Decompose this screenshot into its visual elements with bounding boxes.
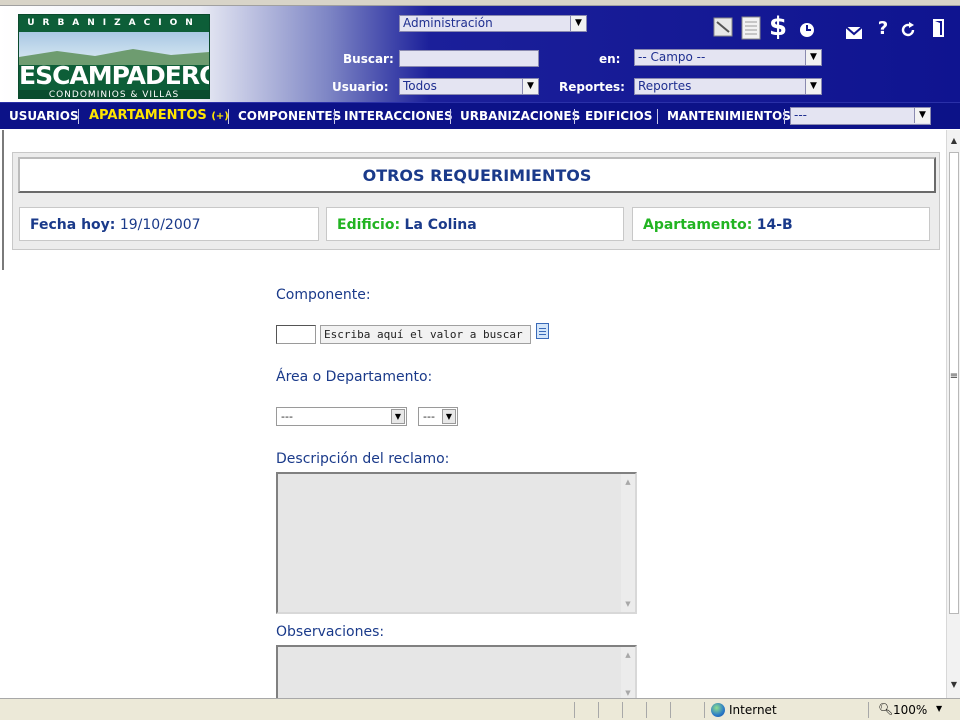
nav-item-apartamentos[interactable]: APARTAMENTOS (+) — [89, 108, 229, 123]
area-sub-select[interactable]: --- ▼ — [418, 407, 458, 426]
chevron-down-icon[interactable]: ▼ — [936, 704, 942, 713]
page-title: OTROS REQUERIMIENTOS — [362, 166, 592, 185]
nav-item-usuarios[interactable]: USUARIOS — [9, 109, 79, 123]
zoom-level[interactable]: 100% — [893, 703, 927, 717]
nav-item-edificios[interactable]: EDIFICIOS — [585, 109, 652, 123]
in-label: en: — [599, 52, 621, 66]
clock-icon[interactable] — [799, 22, 815, 38]
main-nav: USUARIOS APARTAMENTOS (+) COMPONENTES IN… — [0, 102, 960, 129]
internet-zone-label: Internet — [729, 703, 777, 717]
component-search-input[interactable]: Escriba aquí el valor a buscar — [320, 325, 531, 344]
page-scrollbar[interactable]: ▲ ≡ ▼ — [946, 130, 960, 698]
scroll-up-icon: ▲ — [625, 651, 631, 659]
date-label: Fecha hoy: — [30, 217, 116, 233]
chevron-down-icon: ▼ — [442, 409, 456, 424]
refresh-icon[interactable] — [900, 22, 916, 38]
reports-label: Reportes: — [559, 80, 625, 94]
chevron-down-icon: ▼ — [805, 50, 821, 65]
scroll-down-icon: ▼ — [625, 600, 631, 608]
mail-icon[interactable] — [845, 24, 863, 39]
scroll-up-icon[interactable]: ▲ — [947, 134, 960, 148]
dollar-icon[interactable]: $ — [768, 12, 788, 42]
reports-select[interactable]: Reportes ▼ — [634, 78, 822, 95]
internet-zone-icon — [711, 703, 725, 717]
logo: URBANIZACION ESCAMPADERO CONDOMINIOS & V… — [18, 14, 210, 99]
user-select[interactable]: Todos ▼ — [399, 78, 539, 95]
grip-icon: ≡ — [949, 371, 959, 382]
scroll-up-icon: ▲ — [625, 478, 631, 486]
logo-top-text: URBANIZACION — [27, 18, 201, 28]
apartment-value: 14-B — [756, 217, 793, 233]
building-value: La Colina — [404, 217, 477, 233]
search-input[interactable] — [399, 50, 539, 67]
app-header: URBANIZACION ESCAMPADERO CONDOMINIOS & V… — [0, 6, 960, 102]
scroll-down-icon[interactable]: ▼ — [947, 678, 960, 692]
apartment-info: Apartamento: 14-B — [632, 207, 930, 241]
component-code-input[interactable] — [276, 325, 316, 344]
area-label: Área o Departamento: — [276, 369, 433, 385]
chevron-down-icon: ▼ — [914, 108, 930, 123]
search-label: Buscar: — [343, 52, 394, 66]
module-select[interactable]: Administración ▼ — [399, 15, 587, 32]
nav-item-urbanizaciones[interactable]: URBANIZACIONES — [460, 109, 580, 123]
nav-active-suffix: (+) — [211, 111, 229, 122]
nav-item-componentes[interactable]: COMPONENTES — [238, 109, 341, 123]
title-box: OTROS REQUERIMIENTOS — [18, 157, 936, 193]
browser-status-bar: Internet 🔍︎ 100% ▼ — [0, 698, 960, 720]
apartment-label: Apartamento: — [643, 217, 753, 233]
exit-icon[interactable] — [930, 18, 946, 38]
area-select[interactable]: --- ▼ — [276, 407, 407, 426]
observations-label: Observaciones: — [276, 624, 385, 640]
logo-main-text: ESCAMPADERO — [19, 61, 210, 90]
scroll-down-icon: ▼ — [625, 689, 631, 697]
chevron-down-icon: ▼ — [522, 79, 538, 94]
chevron-down-icon: ▼ — [391, 409, 405, 424]
description-label: Descripción del reclamo: — [276, 451, 450, 467]
nav-extra-select[interactable]: --- ▼ — [790, 107, 931, 125]
nav-item-interacciones[interactable]: INTERACCIONES — [344, 109, 453, 123]
zoom-icon[interactable]: 🔍︎ — [878, 702, 893, 716]
date-value: 19/10/2007 — [119, 217, 201, 233]
document-icon[interactable] — [741, 16, 761, 40]
building-label: Edificio: — [337, 217, 401, 233]
date-info: Fecha hoy: 19/10/2007 — [19, 207, 319, 241]
component-label: Componente: — [276, 287, 371, 303]
notepad-icon[interactable] — [712, 16, 734, 38]
chevron-down-icon: ▼ — [570, 16, 586, 31]
logo-sub-text: CONDOMINIOS & VILLAS — [19, 90, 209, 98]
observations-textarea[interactable]: ▲ ▼ — [276, 645, 637, 698]
building-info: Edificio: La Colina — [326, 207, 624, 241]
nav-item-mantenimientos[interactable]: MANTENIMIENTOS — [667, 109, 791, 123]
help-icon[interactable]: ? — [877, 18, 889, 40]
chevron-down-icon: ▼ — [805, 79, 821, 94]
document-icon[interactable] — [536, 323, 549, 339]
user-label: Usuario: — [332, 80, 389, 94]
field-select[interactable]: -- Campo -- ▼ — [634, 49, 822, 66]
description-textarea[interactable]: ▲ ▼ — [276, 472, 637, 614]
